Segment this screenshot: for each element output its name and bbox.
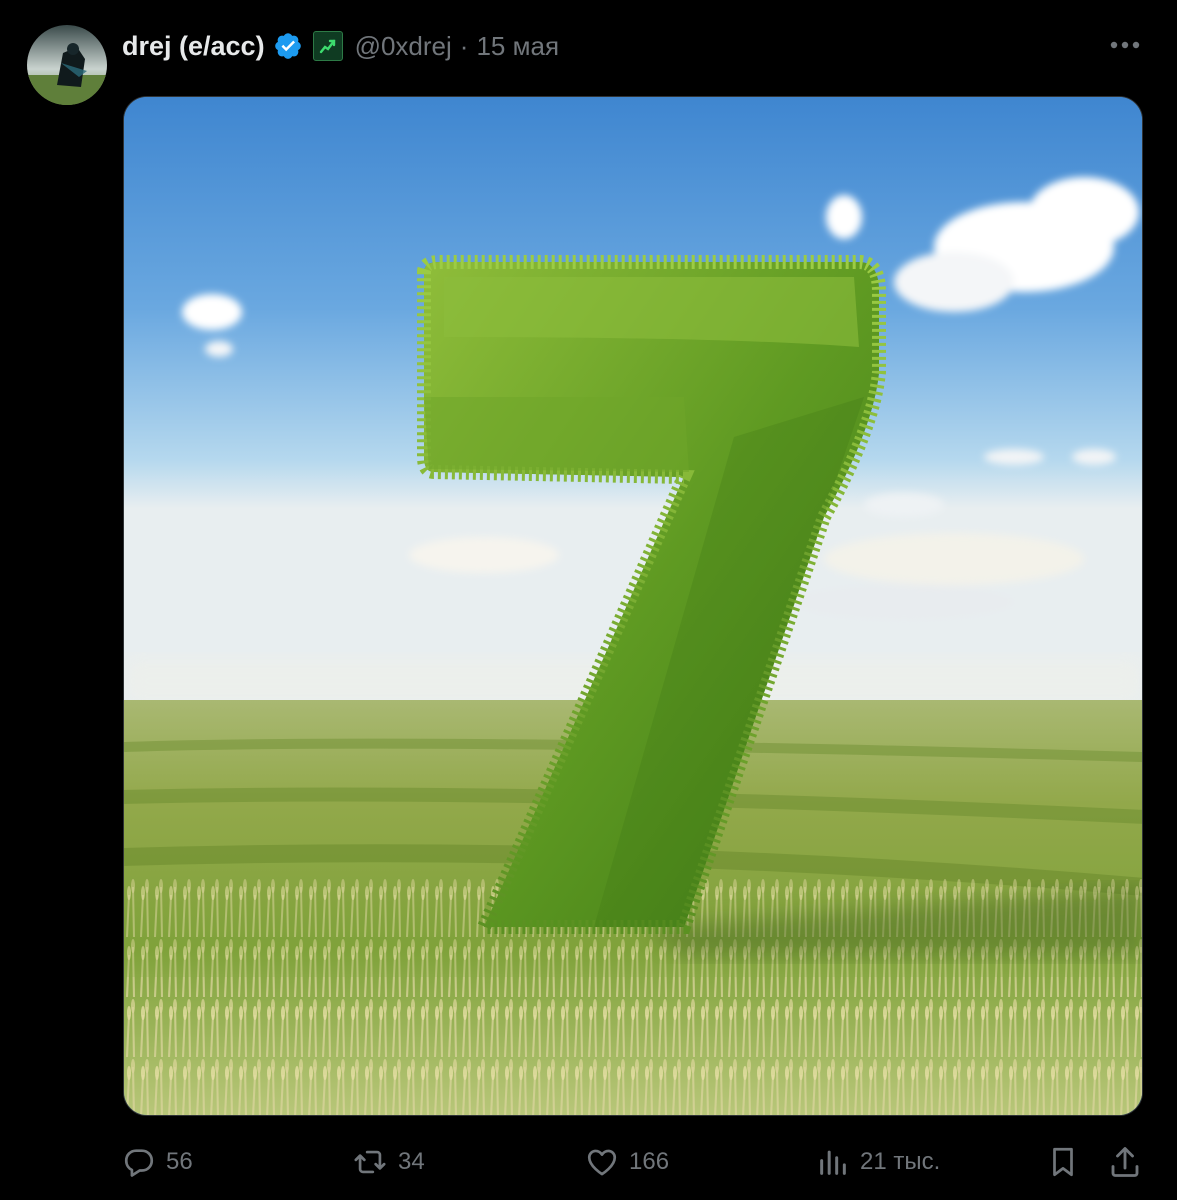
tweet-date[interactable]: 15 мая [476, 31, 559, 62]
views-count: 21 тыс. [860, 1148, 941, 1175]
share-button[interactable] [1107, 1138, 1143, 1186]
share-icon [1111, 1147, 1139, 1177]
badge-icon[interactable] [312, 31, 343, 61]
like-icon [587, 1149, 617, 1176]
avatar[interactable] [27, 25, 107, 105]
reply-count: 56 [166, 1148, 193, 1175]
like-button[interactable]: 166 [585, 1138, 669, 1186]
separator-dot: · [459, 30, 469, 61]
repost-icon [354, 1150, 386, 1174]
reply-icon [124, 1149, 154, 1177]
tweet-header: drej (e/acc) @0xdrej · 15 мая [122, 26, 559, 66]
bookmark-button[interactable] [1046, 1138, 1080, 1186]
more-icon [1110, 41, 1140, 49]
verified-icon [273, 31, 303, 61]
image-grass-seven [124, 97, 1142, 1115]
action-bar: 56 34 166 21 тыс. [0, 1138, 1177, 1186]
views-button[interactable]: 21 тыс. [816, 1138, 940, 1186]
bookmark-icon [1053, 1147, 1073, 1177]
tweet-image[interactable] [123, 96, 1143, 1116]
more-button[interactable] [1100, 28, 1150, 62]
author-name[interactable]: drej (e/acc) [122, 31, 265, 62]
like-count: 166 [629, 1148, 670, 1175]
repost-count: 34 [398, 1148, 425, 1175]
author-handle[interactable]: @0xdrej [355, 31, 452, 62]
avatar-image [27, 25, 107, 105]
views-icon [820, 1150, 846, 1175]
tweet: drej (e/acc) @0xdrej · 15 мая 56 34 166 … [0, 0, 1177, 1200]
repost-button[interactable]: 34 [352, 1138, 425, 1186]
reply-button[interactable]: 56 [122, 1138, 193, 1186]
